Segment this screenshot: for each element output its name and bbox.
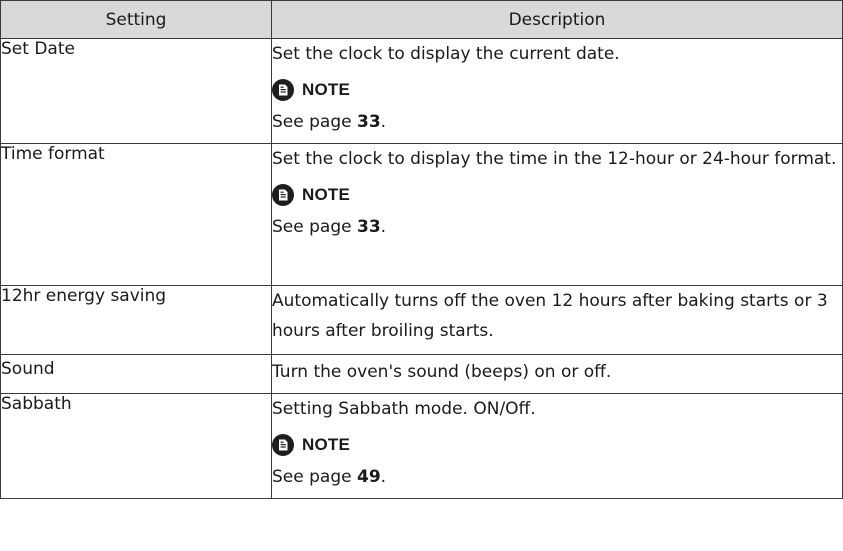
see-page-text: See page	[272, 217, 352, 237]
table-row: Sabbath Setting Sabbath mode. ON/Off. NO…	[0, 393, 843, 499]
table-row: Time format Set the clock to display the…	[0, 143, 843, 286]
setting-description: Set the clock to display the current dat…	[272, 44, 620, 64]
setting-description-cell: Setting Sabbath mode. ON/Off. NOTE See p…	[271, 393, 843, 499]
header-description: Description	[271, 0, 843, 39]
setting-description: Automatically turns off the oven 12 hour…	[272, 291, 828, 341]
see-page-text: See page	[272, 112, 352, 132]
note-see-page: See page 49.	[272, 467, 387, 487]
setting-description-cell: Set the clock to display the current dat…	[271, 38, 843, 144]
setting-name: Sabbath	[0, 393, 272, 499]
table-row: Sound Turn the oven's sound (beeps) on o…	[0, 354, 843, 394]
note-document-icon	[272, 434, 294, 456]
page-reference-link[interactable]: 33	[357, 217, 381, 237]
note-label: NOTE	[302, 185, 351, 204]
note-document-icon	[272, 79, 294, 101]
setting-name: 12hr energy saving	[0, 285, 272, 355]
setting-name: Time format	[0, 143, 272, 286]
setting-description-cell: Set the clock to display the time in the…	[271, 143, 843, 286]
setting-description: Setting Sabbath mode. ON/Off.	[272, 399, 536, 419]
setting-name: Sound	[0, 354, 272, 394]
note-heading: NOTE	[272, 180, 842, 210]
page-reference-link[interactable]: 49	[357, 467, 381, 487]
header-setting: Setting	[0, 0, 272, 39]
setting-description-cell: Turn the oven's sound (beeps) on or off.	[271, 354, 843, 394]
page-reference-link[interactable]: 33	[357, 112, 381, 132]
setting-description: Turn the oven's sound (beeps) on or off.	[272, 362, 612, 382]
note-document-icon	[272, 184, 294, 206]
note-see-page: See page 33.	[272, 217, 387, 237]
table-row: Set Date Set the clock to display the cu…	[0, 38, 843, 144]
note-heading: NOTE	[272, 75, 842, 105]
note-see-page: See page 33.	[272, 112, 387, 132]
setting-name: Set Date	[0, 38, 272, 144]
note-label: NOTE	[302, 435, 351, 454]
settings-table: Setting Description Set Date Set the clo…	[0, 0, 843, 499]
note-heading: NOTE	[272, 430, 842, 460]
table-header-row: Setting Description	[0, 0, 843, 39]
see-page-text: See page	[272, 467, 352, 487]
table-row: 12hr energy saving Automatically turns o…	[0, 285, 843, 355]
note-label: NOTE	[302, 80, 351, 99]
setting-description: Set the clock to display the time in the…	[272, 149, 837, 169]
setting-description-cell: Automatically turns off the oven 12 hour…	[271, 285, 843, 355]
